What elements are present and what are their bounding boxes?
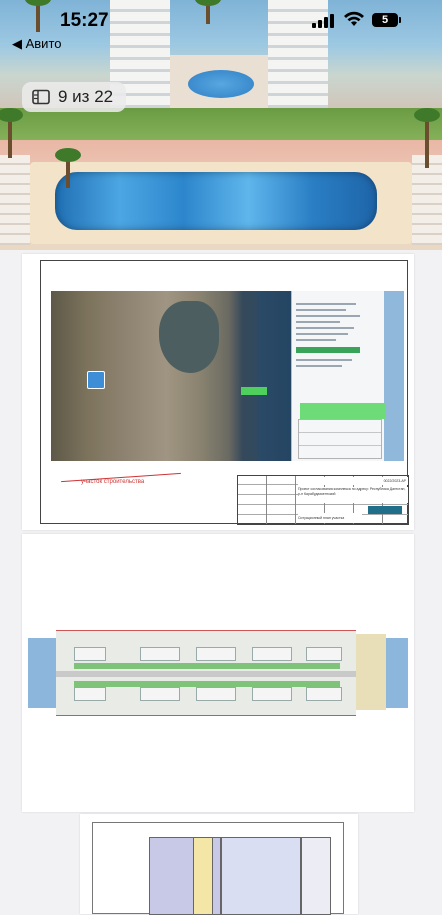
title-block-title: Проект согласования комплекса по адресу:… [298, 487, 408, 503]
cadastral-panel [291, 291, 404, 461]
title-block: 0022/2023-АР Проект согласования комплек… [237, 475, 409, 525]
building-block [306, 647, 342, 661]
document-page-2[interactable] [22, 534, 414, 812]
map-lake [159, 301, 219, 373]
company-logo [368, 506, 402, 514]
green-strip [74, 663, 340, 669]
map-sea [257, 291, 291, 461]
panel-info-lines [296, 299, 362, 371]
building-block [196, 647, 236, 661]
palm-icon [414, 108, 440, 168]
panel-parcel-grid [298, 419, 382, 459]
palm-icon [55, 148, 81, 188]
building-block [140, 687, 180, 701]
panel-sea [384, 291, 404, 461]
floor-plan-room [221, 837, 301, 915]
title-block-sheet: Ситуационный план участка [298, 513, 362, 523]
building-block [140, 647, 180, 661]
palm-icon [0, 108, 23, 158]
airport-icon [87, 371, 105, 389]
gallery-counter[interactable]: 9 из 22 [22, 82, 126, 112]
building-block [74, 647, 106, 661]
legend-label: участок строительства [81, 479, 145, 485]
photo-lawn [0, 108, 442, 142]
master-plan-water-left [28, 638, 56, 708]
drawing-frame: участок строительства 0022/2023-АР Проек… [40, 260, 409, 525]
building-block [196, 687, 236, 701]
photo-building-left [0, 155, 30, 245]
floor-plan-room [193, 837, 213, 915]
cellular-signal-icon [312, 14, 334, 28]
map-plot-marker [241, 387, 267, 395]
title-block-code: 0022/2023-АР [298, 477, 408, 485]
photo-round-pool [188, 70, 254, 98]
document-page-1[interactable]: участок строительства 0022/2023-АР Проек… [22, 254, 414, 530]
floor-plan-room [301, 837, 331, 915]
master-plan-road [56, 671, 356, 677]
master-plan-site [56, 630, 356, 716]
battery-icon: 5 [372, 13, 401, 27]
building-block [252, 647, 292, 661]
status-time: 15:27 [60, 10, 109, 31]
document-page-3[interactable] [80, 814, 358, 915]
gallery-counter-text: 9 из 22 [58, 87, 114, 106]
master-plan-water-right [386, 638, 408, 708]
green-strip [74, 681, 340, 687]
building-block [252, 687, 292, 701]
photo-building-right [412, 155, 442, 245]
panel-plot-highlight [300, 403, 386, 419]
back-to-app-link[interactable]: ◀ Авито [12, 36, 62, 52]
panel-green-button [296, 347, 360, 353]
wifi-icon [344, 11, 364, 26]
building-block [74, 687, 106, 701]
master-plan-drawing [28, 624, 408, 716]
master-plan-beach [356, 634, 386, 710]
gallery-photo[interactable] [0, 0, 442, 250]
status-bar: 15:27 5 [0, 0, 442, 36]
floor-plan-drawing [92, 822, 344, 915]
gallery-icon [32, 89, 50, 105]
satellite-map [51, 291, 291, 461]
building-block [306, 687, 342, 701]
photo-main-pool [55, 172, 377, 230]
